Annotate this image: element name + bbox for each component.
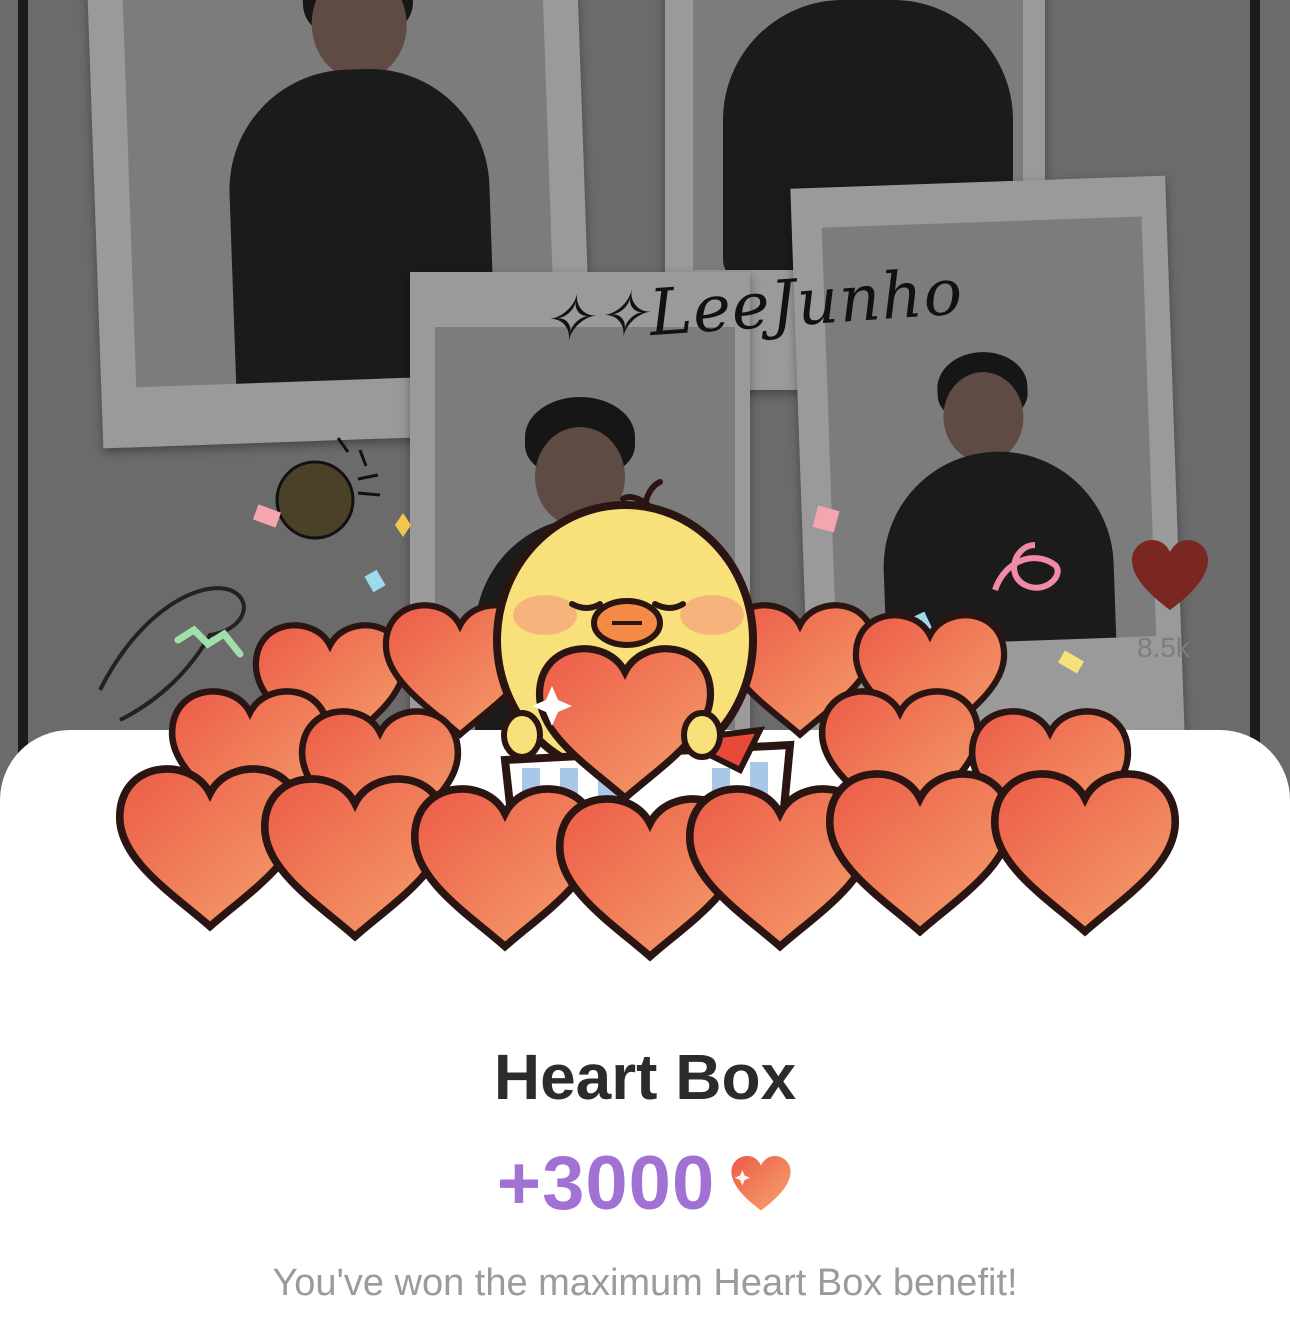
sheet-title: Heart Box	[493, 1041, 797, 1113]
heart-box-illustration	[0, 479, 1290, 990]
reward-row: +3000	[0, 1140, 1290, 1227]
heart-icon	[731, 1155, 791, 1210]
reward-amount: +3000	[496, 1141, 716, 1226]
sheet-message: You've won the maximum Heart Box benefit…	[272, 1262, 1018, 1304]
